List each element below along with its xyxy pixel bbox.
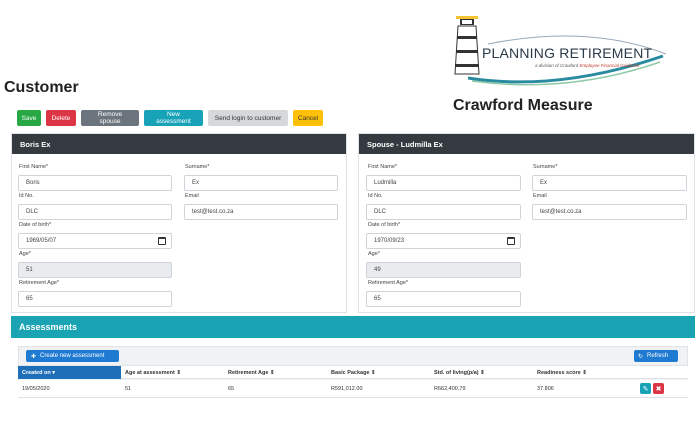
spouse-surname-input[interactable]: Ex	[532, 175, 687, 191]
spouse-retirement-age-label: Retirement Age*	[368, 280, 409, 286]
spouse-retirement-age-input[interactable]: 65	[366, 291, 521, 307]
retirement-age-input[interactable]: 65	[18, 291, 172, 307]
spouse-id-input[interactable]: DLC	[366, 204, 521, 220]
spouse-age-input: 49	[366, 262, 521, 278]
calendar-icon[interactable]	[158, 237, 166, 245]
new-assessment-button[interactable]: New assessment	[144, 110, 203, 126]
cell-age-at-assessment: 51	[125, 386, 132, 392]
cell-readiness-score: 37.806	[537, 386, 554, 392]
edit-icon[interactable]: ✎	[640, 383, 651, 394]
email-label: Email	[185, 193, 199, 199]
refresh-button[interactable]: ↻ Refresh	[634, 350, 678, 362]
cell-basic-package: R591,012.00	[331, 386, 363, 392]
spouse-card: Spouse - Ludmilla Ex	[358, 133, 695, 313]
spouse-first-name-label: First Name*	[368, 164, 398, 170]
col-created-on[interactable]: Created on ▾	[18, 366, 121, 379]
calendar-icon[interactable]	[507, 237, 515, 245]
send-login-button[interactable]: Send login to customer	[208, 110, 288, 126]
assessments-table-header: Created on ▾ Age at assessment ⇕ Retirem…	[18, 365, 688, 379]
spouse-age-label: Age*	[368, 251, 380, 257]
first-name-input[interactable]: Boris	[18, 175, 172, 191]
surname-label: Surname*	[185, 164, 210, 170]
spouse-id-label: Id No.	[368, 193, 383, 199]
col-std-of-living[interactable]: Std. of living(p/a) ⇕	[430, 366, 533, 379]
spouse-dob-input[interactable]: 1970/09/23	[366, 233, 521, 249]
id-label: Id No.	[19, 193, 34, 199]
cell-retirement-age: 65	[228, 386, 235, 392]
retirement-age-label: Retirement Age*	[19, 280, 60, 286]
refresh-icon: ↻	[638, 353, 644, 360]
cell-std-of-living: R662,400.79	[434, 386, 466, 392]
spouse-card-header: Spouse - Ludmilla Ex	[359, 134, 694, 154]
spouse-surname-label: Surname*	[533, 164, 558, 170]
customer-card: Boris Ex	[11, 133, 347, 313]
page-title: Customer	[4, 79, 79, 96]
col-basic-package[interactable]: Basic Package ⇕	[327, 366, 430, 379]
email-input[interactable]: test@test.co.za	[184, 204, 338, 220]
age-label: Age*	[19, 251, 31, 257]
save-button[interactable]: Save	[17, 110, 41, 126]
id-input[interactable]: DLC	[18, 204, 172, 220]
create-assessment-button[interactable]: ✚ Create new assessment	[26, 350, 119, 362]
spouse-email-input[interactable]: test@test.co.za	[532, 204, 687, 220]
col-retirement-age[interactable]: Retirement Age ⇕	[224, 366, 327, 379]
logo-title: PLANNING RETIREMENT	[482, 45, 653, 61]
cancel-button[interactable]: Cancel	[293, 110, 323, 126]
remove-spouse-button[interactable]: Remove spouse	[81, 110, 139, 126]
cell-created-on: 19/05/2020	[22, 386, 50, 392]
assessments-header: Assessments	[11, 316, 695, 338]
age-input: 51	[18, 262, 172, 278]
plus-icon: ✚	[31, 353, 37, 360]
delete-button[interactable]: Delete	[46, 110, 76, 126]
col-readiness-score[interactable]: Readiness score ⇕	[533, 366, 636, 379]
spouse-dob-label: Date of birth*	[368, 222, 401, 228]
surname-input[interactable]: Ex	[184, 175, 338, 191]
create-assessment-label: Create new assessment	[40, 353, 105, 359]
dob-input[interactable]: 1969/05/07	[18, 233, 172, 249]
customer-card-header: Boris Ex	[12, 134, 346, 154]
measure-title: Crawford Measure	[453, 97, 593, 114]
col-age-at-assessment[interactable]: Age at assessment ⇕	[121, 366, 224, 379]
refresh-label: Refresh	[647, 353, 669, 359]
spouse-email-label: Email	[533, 193, 547, 199]
delete-row-icon[interactable]: ✖	[653, 383, 664, 394]
spouse-first-name-input[interactable]: Ludmilla	[366, 175, 521, 191]
first-name-label: First Name*	[19, 164, 49, 170]
dob-label: Date of birth*	[19, 222, 52, 228]
logo-subtitle: a division of Crawford Employee Financia…	[535, 63, 640, 68]
toolbar: Save Delete Remove spouse New assessment…	[17, 110, 323, 126]
table-row: 19/05/2020 51 65 R591,012.00 R662,400.79…	[18, 380, 688, 398]
